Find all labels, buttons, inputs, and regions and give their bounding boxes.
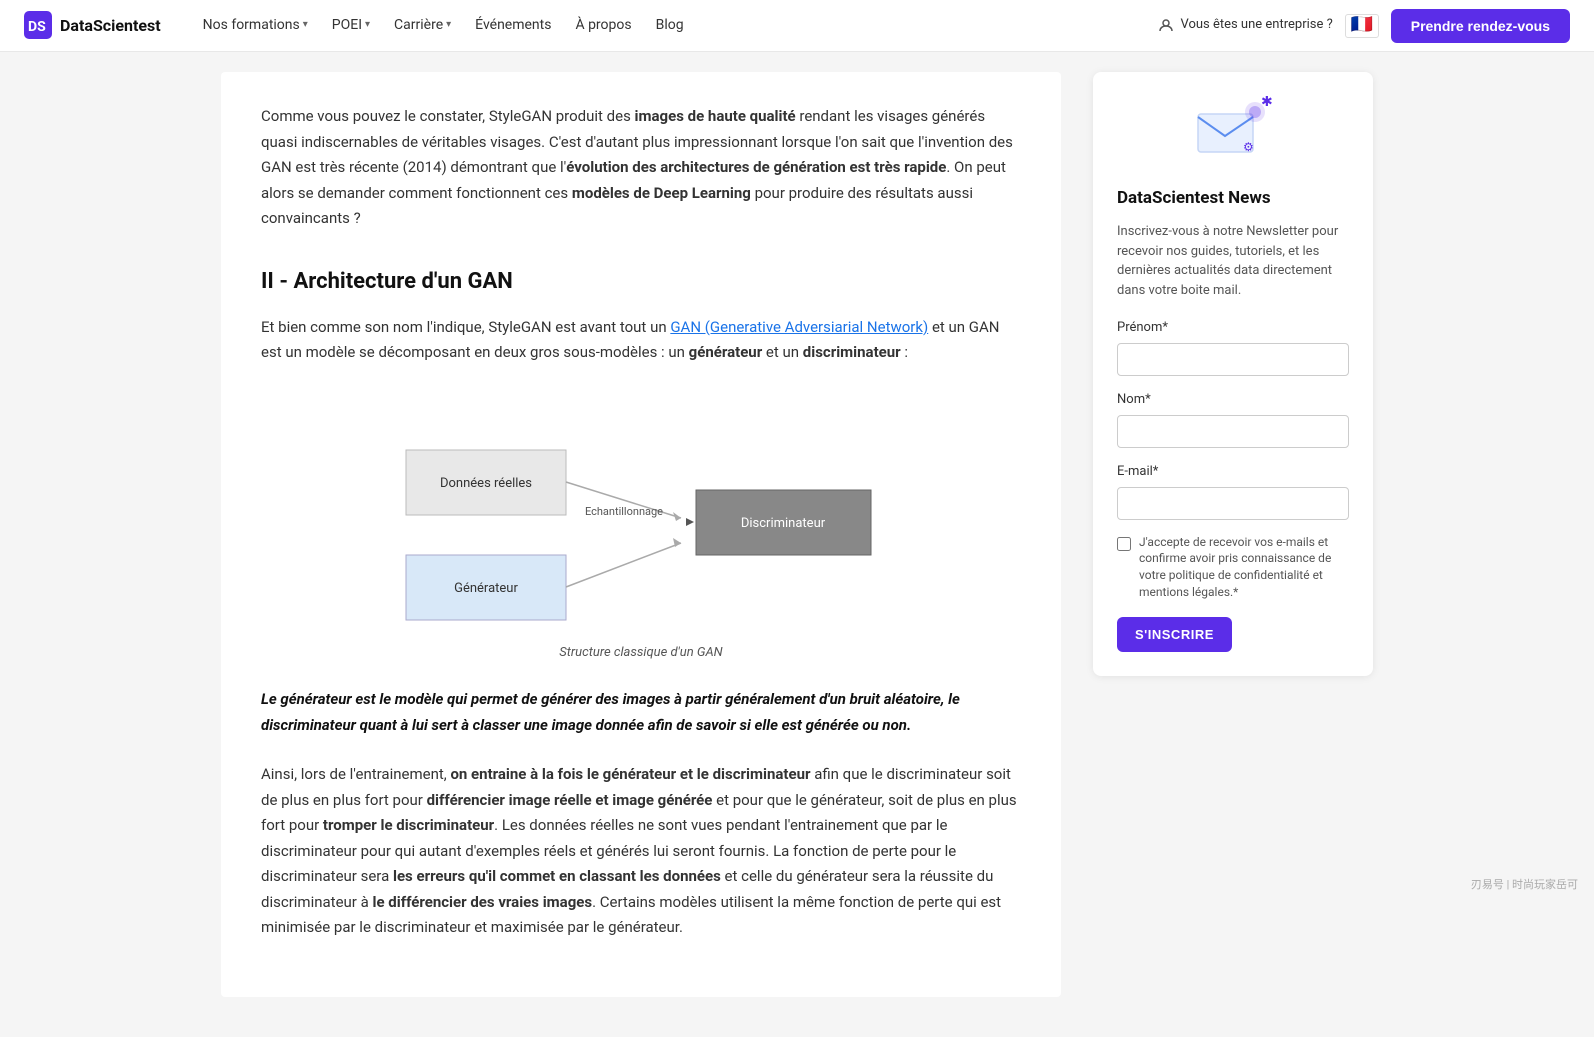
- nav-item-evenements[interactable]: Événements: [465, 8, 561, 42]
- main-content: Comme vous pouvez le constater, StyleGAN…: [221, 72, 1061, 997]
- newsletter-desc: Inscrivez-vous à notre Newsletter pour r…: [1117, 222, 1349, 300]
- chevron-down-icon: ▾: [303, 17, 308, 33]
- svg-text:Générateur: Générateur: [454, 581, 518, 596]
- svg-text:Echantillonnage: Echantillonnage: [585, 505, 663, 518]
- svg-text:⚙: ⚙: [1243, 140, 1254, 154]
- svg-text:DS: DS: [28, 19, 46, 35]
- consent-label: J'accepte de recevoir vos e-mails et con…: [1139, 534, 1349, 601]
- logo-icon: DS: [24, 11, 52, 39]
- newsletter-card: ✱ ⚙ DataScientest News Inscrivez-vous à …: [1093, 72, 1373, 676]
- navbar-right: Vous êtes une entreprise ? 🇫🇷 Prendre re…: [1158, 9, 1570, 43]
- navbar: DS DataScientest Nos formations ▾ POEI ▾…: [0, 0, 1594, 52]
- navbar-left: DS DataScientest Nos formations ▾ POEI ▾…: [24, 8, 694, 42]
- nav-item-blog[interactable]: Blog: [646, 8, 694, 42]
- logo-area[interactable]: DS DataScientest: [24, 11, 161, 39]
- nav-item-formations[interactable]: Nos formations ▾: [193, 8, 318, 42]
- email-input[interactable]: [1117, 487, 1349, 520]
- blockquote-paragraph: Le générateur est le modèle qui permet d…: [261, 687, 1021, 738]
- nom-label: Nom*: [1117, 390, 1349, 411]
- gan-link[interactable]: GAN (Generative Adversiarial Network): [670, 318, 928, 336]
- consent-checkbox[interactable]: [1117, 537, 1131, 551]
- nav-item-poei[interactable]: POEI ▾: [322, 8, 380, 42]
- enterprise-icon: [1158, 17, 1174, 33]
- diagram-wrapper: Données réelles Générateur Discriminateu…: [261, 390, 1021, 664]
- consent-row: J'accepte de recevoir vos e-mails et con…: [1117, 534, 1349, 601]
- nav-item-apropos[interactable]: À propos: [565, 8, 641, 42]
- svg-text:Données réelles: Données réelles: [440, 476, 532, 491]
- nom-group: Nom*: [1117, 390, 1349, 448]
- svg-text:Discriminateur: Discriminateur: [741, 516, 826, 531]
- prenom-label: Prénom*: [1117, 318, 1349, 339]
- prenom-input[interactable]: [1117, 343, 1349, 376]
- section2-title: II - Architecture d'un GAN: [261, 264, 1021, 299]
- chevron-down-icon: ▾: [365, 17, 370, 33]
- watermark: 刃易号 | 时尚玩家岳可: [1471, 876, 1578, 894]
- subscribe-button[interactable]: S'INSCRIRE: [1117, 617, 1232, 652]
- newsletter-icon-area: ✱ ⚙: [1117, 96, 1349, 173]
- diagram-caption: Structure classique d'un GAN: [261, 643, 1021, 664]
- prenom-group: Prénom*: [1117, 318, 1349, 376]
- cta-button[interactable]: Prendre rendez-vous: [1391, 9, 1570, 43]
- page-wrapper: Comme vous pouvez le constater, StyleGAN…: [197, 0, 1397, 1037]
- email-group: E-mail*: [1117, 462, 1349, 520]
- language-flag-button[interactable]: 🇫🇷: [1345, 14, 1379, 38]
- nav-links: Nos formations ▾ POEI ▾ Carrière ▾ Événe…: [193, 8, 694, 42]
- nom-input[interactable]: [1117, 415, 1349, 448]
- last-paragraph: Ainsi, lors de l'entrainement, on entrai…: [261, 762, 1021, 941]
- logo-text: DataScientest: [60, 13, 161, 39]
- intro-paragraph: Comme vous pouvez le constater, StyleGAN…: [261, 104, 1021, 232]
- gan-diagram: Données réelles Générateur Discriminateu…: [376, 390, 906, 637]
- sidebar: ✱ ⚙ DataScientest News Inscrivez-vous à …: [1093, 72, 1373, 676]
- svg-text:✱: ✱: [1261, 96, 1273, 110]
- email-label: E-mail*: [1117, 462, 1349, 483]
- chevron-down-icon: ▾: [446, 17, 451, 33]
- newsletter-icon: ✱ ⚙: [1193, 96, 1273, 166]
- nav-item-carriere[interactable]: Carrière ▾: [384, 8, 461, 42]
- enterprise-link[interactable]: Vous êtes une entreprise ?: [1158, 15, 1332, 36]
- section2-paragraph: Et bien comme son nom l'indique, StyleGA…: [261, 315, 1021, 366]
- newsletter-title: DataScientest News: [1117, 185, 1349, 212]
